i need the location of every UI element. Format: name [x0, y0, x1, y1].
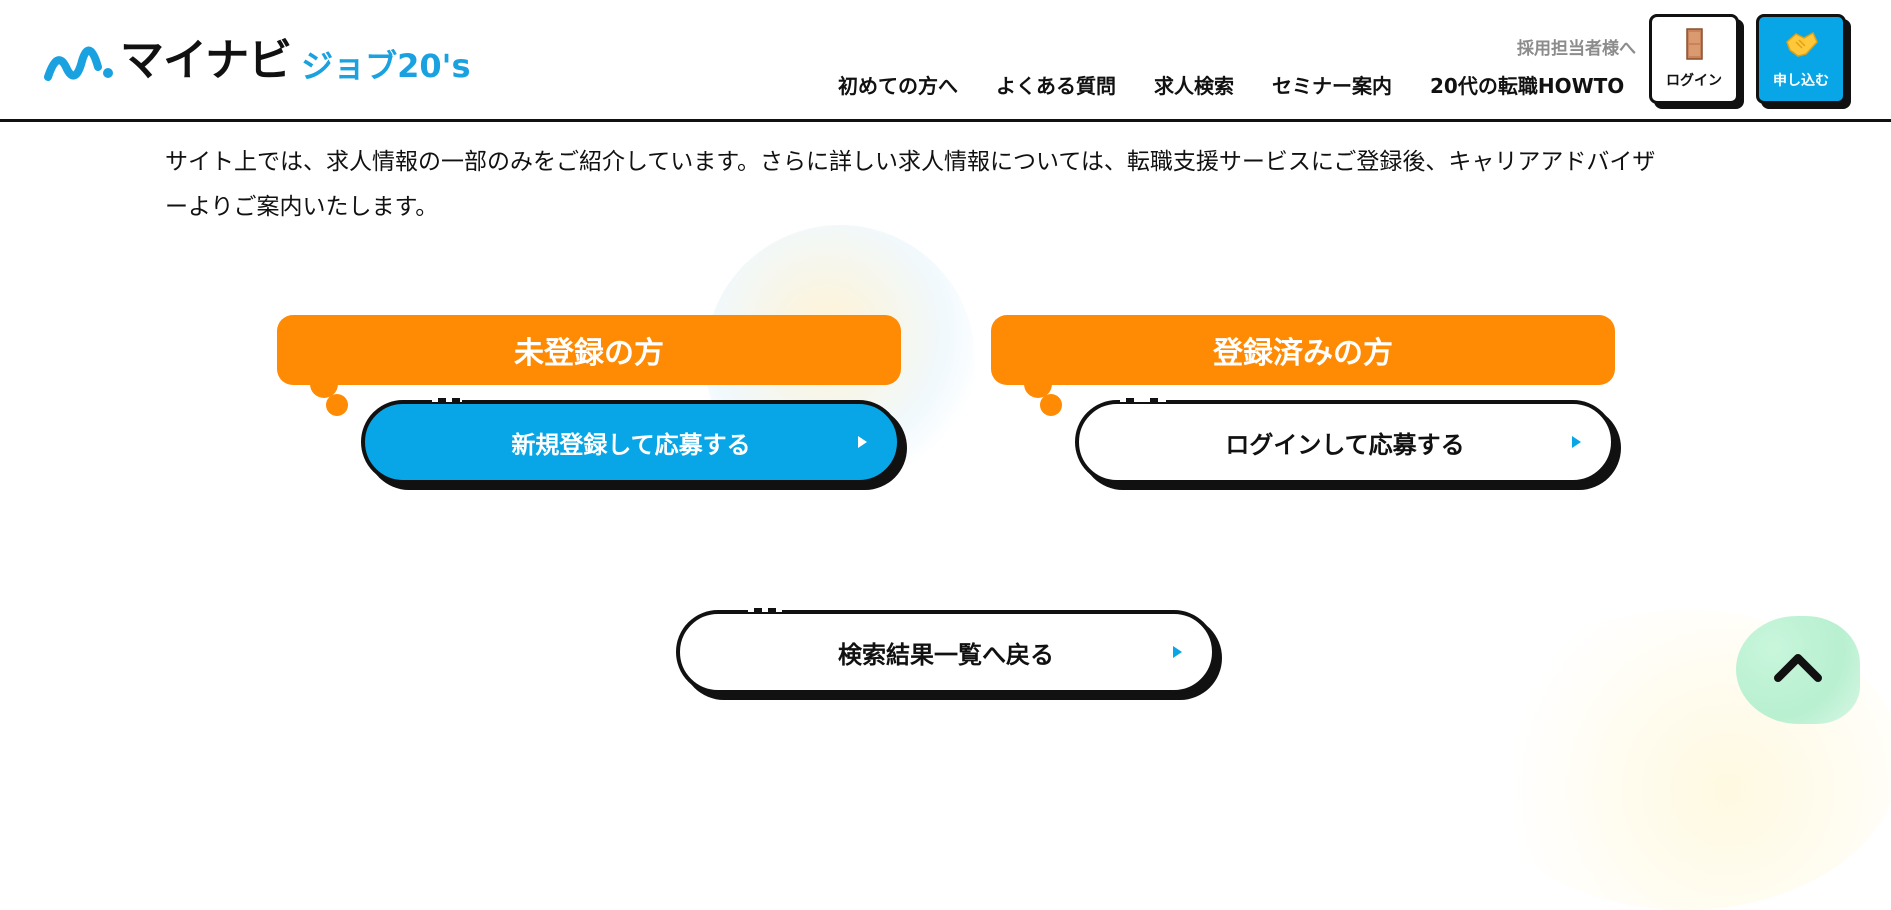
play-arrow-icon: [858, 436, 867, 448]
door-icon: [1686, 28, 1703, 60]
button-edge-accent: [748, 608, 782, 612]
nav-item-beginners[interactable]: 初めての方へ: [838, 70, 958, 99]
notice-line: ーよりご案内いたします。: [165, 194, 439, 220]
logo-main-text: マイナビ: [120, 35, 292, 86]
employer-link[interactable]: 採用担当者様へ: [1517, 34, 1636, 59]
bubble-tail-dot: [326, 394, 348, 416]
apply-button-label: 申し込む: [1773, 73, 1829, 89]
unregistered-heading: 未登録の方: [277, 315, 901, 385]
register-and-apply-button[interactable]: 新規登録して応募する: [361, 400, 901, 484]
login-and-apply-label: ログインして応募する: [1225, 430, 1465, 459]
back-to-results-label: 検索結果一覧へ戻る: [838, 640, 1054, 669]
button-edge-accent: [432, 398, 462, 402]
global-nav: 初めての方へ よくある質問 求人検索 セミナー案内 20代の転職HOWTO: [838, 70, 1624, 99]
notice-text: サイト上では、求人情報の一部のみをご紹介しています。さらに詳しい求人情報について…: [165, 140, 1725, 230]
nav-item-seminar[interactable]: セミナー案内: [1272, 70, 1392, 99]
login-and-apply-button[interactable]: ログインして応募する: [1075, 400, 1615, 484]
chevron-up-icon: [1774, 654, 1822, 682]
nav-item-howto[interactable]: 20代の転職HOWTO: [1430, 70, 1624, 99]
register-and-apply-label: 新規登録して応募する: [511, 430, 751, 459]
nav-item-job-search[interactable]: 求人検索: [1154, 70, 1234, 99]
site-logo[interactable]: マイナビ ジョブ20's: [44, 36, 471, 86]
logo-mark-icon: [44, 46, 113, 81]
page-top-button[interactable]: [1736, 616, 1860, 724]
login-button[interactable]: ログイン: [1649, 14, 1739, 104]
handshake-icon: [1786, 31, 1818, 57]
logo-sub-text: ジョブ20's: [301, 47, 471, 85]
site-header: マイナビ ジョブ20's 採用担当者様へ 初めての方へ よくある質問 求人検索 …: [0, 0, 1891, 122]
play-arrow-icon: [1572, 436, 1581, 448]
button-edge-accent: [1120, 398, 1166, 402]
back-to-results-button[interactable]: 検索結果一覧へ戻る: [676, 610, 1216, 694]
apply-button[interactable]: 申し込む: [1756, 14, 1846, 104]
bubble-tail-dot: [1040, 394, 1062, 416]
nav-item-faq[interactable]: よくある質問: [996, 70, 1116, 99]
login-button-label: ログイン: [1666, 73, 1722, 89]
notice-line: サイト上では、求人情報の一部のみをご紹介しています。さらに詳しい求人情報について…: [165, 149, 1656, 175]
play-arrow-icon: [1173, 646, 1182, 658]
registered-heading: 登録済みの方: [991, 315, 1615, 385]
